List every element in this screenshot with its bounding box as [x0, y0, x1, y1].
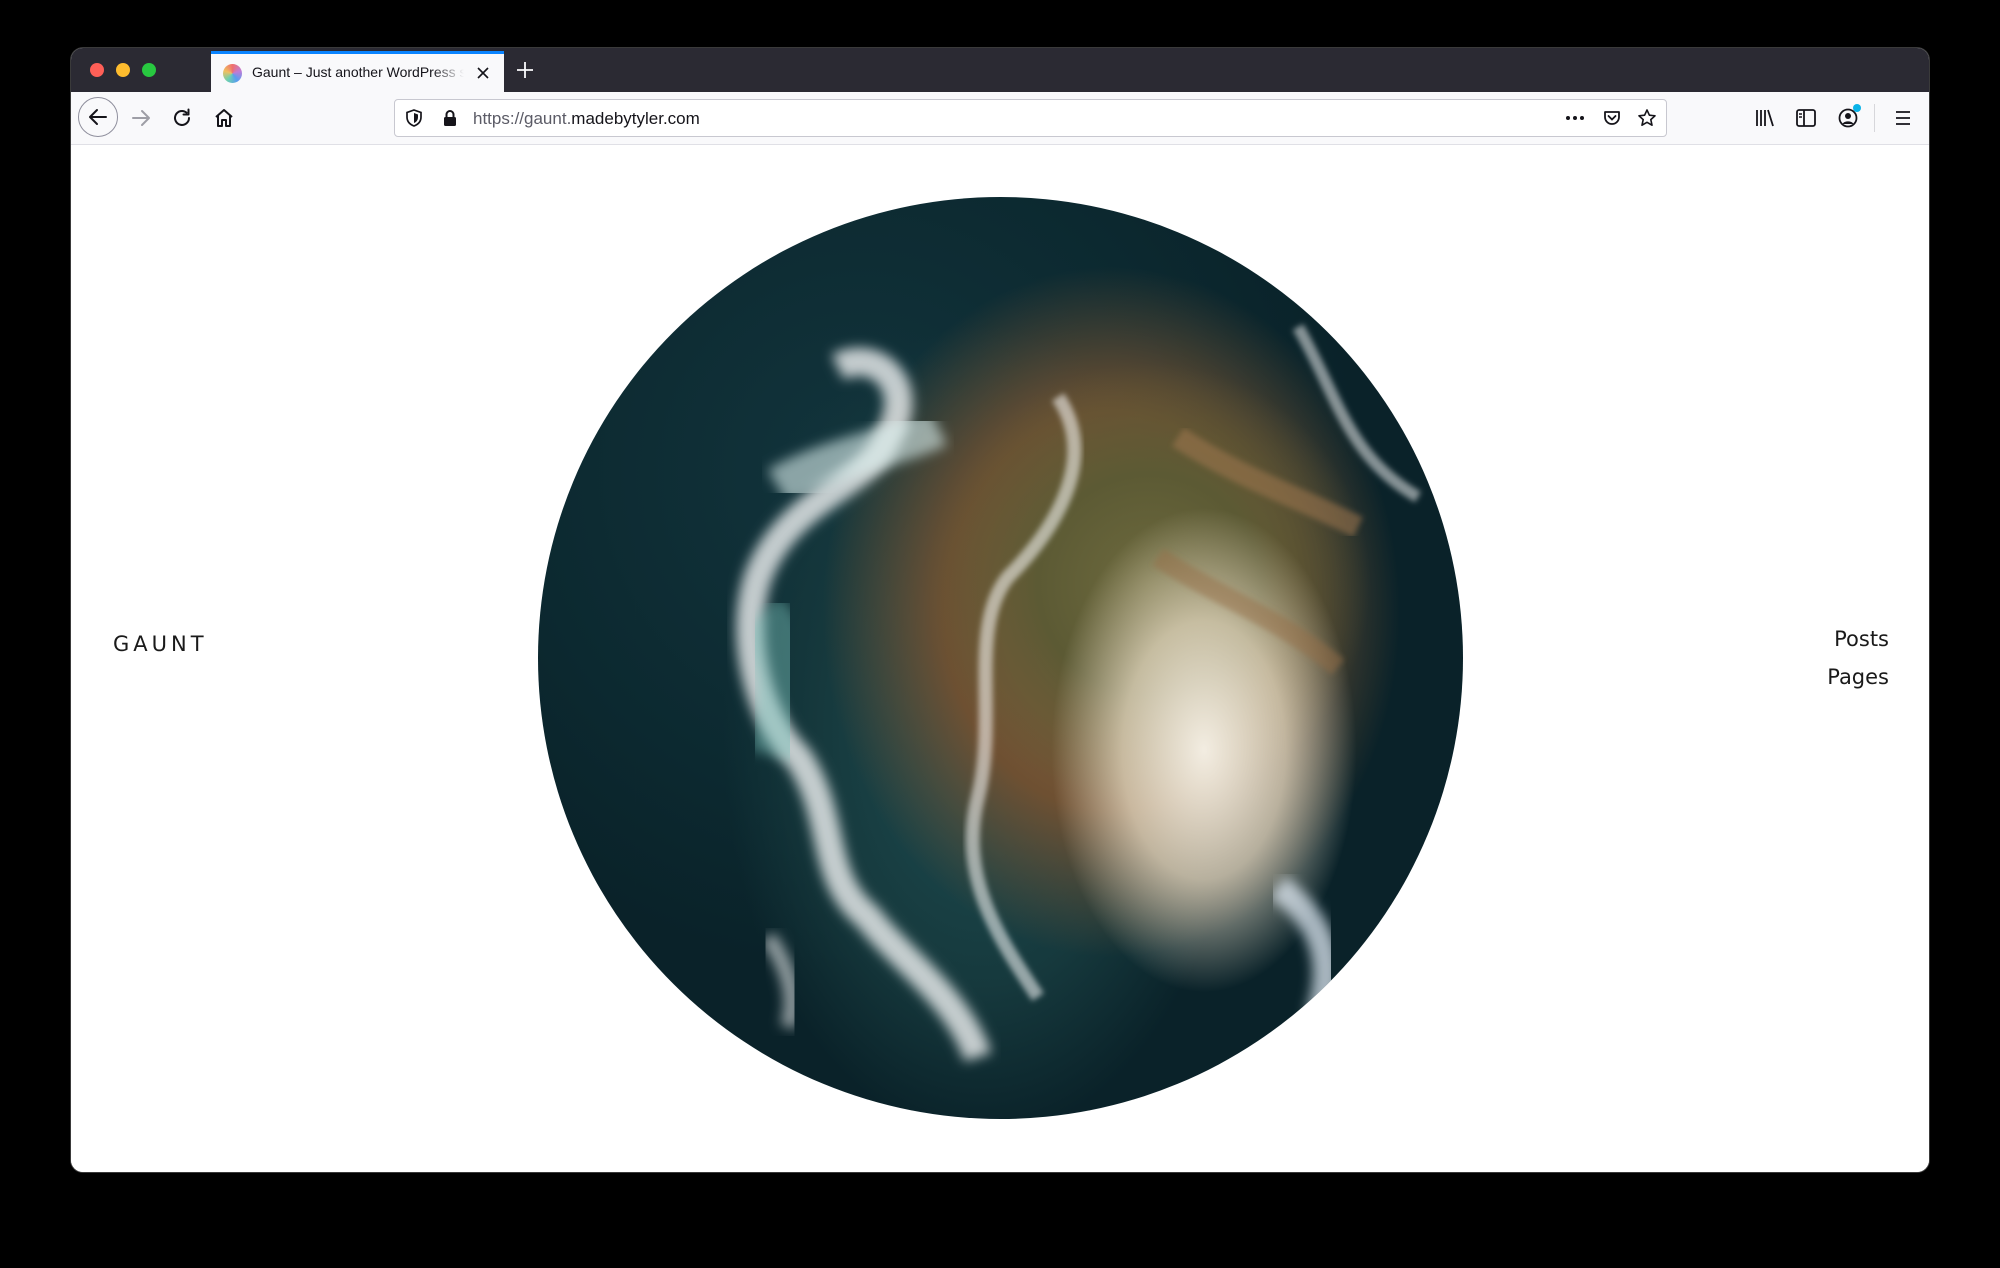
- arrow-left-icon: [89, 109, 107, 125]
- url-prefix: https://gaunt.: [473, 109, 572, 128]
- site-title[interactable]: GAUNT: [113, 632, 208, 656]
- site-nav: Posts Pages: [1827, 620, 1889, 696]
- tab-title: Gaunt – Just another WordPress site: [252, 64, 464, 80]
- pocket-icon[interactable]: [1602, 108, 1622, 133]
- favicon-icon: [223, 64, 242, 83]
- library-icon: [1756, 109, 1774, 127]
- nav-link-pages[interactable]: Pages: [1827, 658, 1889, 696]
- forward-button[interactable]: [122, 99, 160, 137]
- active-tab[interactable]: Gaunt – Just another WordPress site: [211, 51, 504, 92]
- close-tab-icon[interactable]: [473, 63, 493, 83]
- reload-icon: [174, 108, 190, 126]
- arrow-right-icon: [132, 110, 150, 126]
- minimize-window-button[interactable]: [116, 63, 130, 77]
- url-domain: madebytyler.com: [571, 109, 700, 128]
- page-content: GAUNT Posts Pages: [71, 145, 1929, 1172]
- back-button[interactable]: [78, 97, 118, 137]
- browser-window: Gaunt – Just another WordPress site http…: [71, 48, 1929, 1172]
- tracking-protection-icon[interactable]: [404, 108, 424, 133]
- nav-link-posts[interactable]: Posts: [1827, 620, 1889, 658]
- tab-strip: Gaunt – Just another WordPress site: [71, 48, 1929, 92]
- close-window-button[interactable]: [90, 63, 104, 77]
- home-button[interactable]: [205, 99, 243, 137]
- account-button[interactable]: [1831, 101, 1865, 135]
- url-text[interactable]: https://gaunt.madebytyler.com: [473, 109, 700, 129]
- hamburger-menu-icon: [1896, 111, 1910, 125]
- notification-badge: [1853, 104, 1861, 112]
- home-icon: [215, 109, 233, 127]
- hero-image: [538, 197, 1463, 1119]
- sidebar-button[interactable]: [1789, 101, 1823, 135]
- sidebar-icon: [1796, 109, 1816, 127]
- reload-button[interactable]: [163, 99, 201, 137]
- plus-icon: [517, 62, 533, 78]
- app-menu-button[interactable]: [1886, 101, 1920, 135]
- toolbar-divider: [1874, 104, 1875, 132]
- bookmark-star-icon[interactable]: [1637, 108, 1657, 133]
- lock-icon[interactable]: [440, 108, 460, 133]
- nav-toolbar: https://gaunt.madebytyler.com: [71, 92, 1929, 145]
- library-button[interactable]: [1748, 101, 1782, 135]
- url-bar[interactable]: https://gaunt.madebytyler.com: [394, 99, 1667, 137]
- new-tab-button[interactable]: [511, 56, 539, 84]
- page-actions-icon[interactable]: [1564, 108, 1586, 133]
- zoom-window-button[interactable]: [142, 63, 156, 77]
